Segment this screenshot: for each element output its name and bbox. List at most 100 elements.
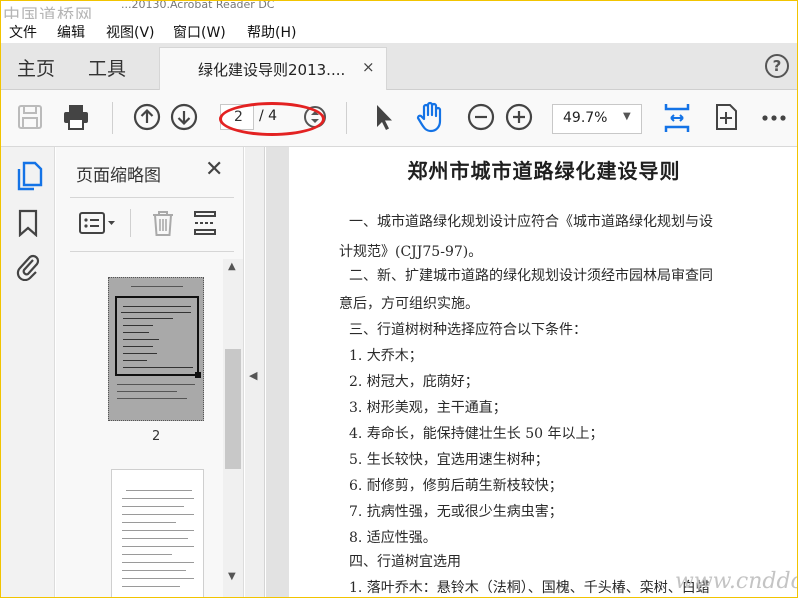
menu-file[interactable]: 文件 <box>9 22 37 42</box>
document-page: 郑州市城市道路绿化建设导则 一、城市道路绿化规划设计应符合《城市道路绿化规划与设… <box>289 147 797 597</box>
zoom-out-icon[interactable] <box>466 102 496 132</box>
left-rail <box>1 147 55 597</box>
document-line: 5. 生长较快，宜选用速生树种； <box>349 452 549 468</box>
collapse-panel-icon[interactable]: ◀ <box>249 369 257 382</box>
frame-resize-handle[interactable] <box>195 372 201 378</box>
rotate-expand-icon[interactable] <box>711 102 741 132</box>
thumbnail-text-line <box>131 286 183 287</box>
document-line: 三、行道树树种选择应符合以下条件： <box>349 322 587 338</box>
document-tab-label: 绿化建设导则2013.... <box>198 61 346 79</box>
thumbnail-text-line <box>117 384 195 385</box>
thumbnail-text-line <box>123 332 149 333</box>
menu-bar: 文件 编辑 视图(V) 窗口(W) 帮助(H) <box>1 19 797 43</box>
thumbnail-text-line <box>122 578 194 579</box>
panel-tool-separator <box>130 209 131 237</box>
tab-bar: 主页 工具 绿化建设导则2013.... × ? <box>1 43 797 90</box>
thumbnail-text-line <box>122 522 176 523</box>
thumbnail-page-label: 2 <box>152 429 161 444</box>
select-arrow-icon[interactable] <box>368 102 398 132</box>
attachment-icon[interactable] <box>15 251 41 281</box>
thumbnail-text-line <box>122 498 194 499</box>
more-options-icon[interactable] <box>759 102 789 132</box>
red-highlight-ellipse <box>219 102 325 136</box>
title-bar: ...20130.Acrobat Reader DC <box>1 1 797 19</box>
document-line: 4. 寿命长，能保持健壮生长 50 年以上； <box>349 426 604 442</box>
zoom-value: 49.7% <box>563 110 608 126</box>
thumbnail-text-line <box>122 554 172 555</box>
print-icon[interactable] <box>61 102 91 132</box>
tab-home[interactable]: 主页 <box>17 54 55 81</box>
menu-help[interactable]: 帮助(H) <box>247 22 296 42</box>
site-watermark: www.cnddo.com <box>675 569 797 594</box>
panel-tools-divider <box>70 251 234 252</box>
thumbnail-text-line <box>117 391 177 392</box>
thumbnail-text-line <box>123 367 193 368</box>
thumbnail-text-line <box>123 339 159 340</box>
thumbnail-text-line <box>122 538 188 539</box>
toolbar: 2 / 4 49.7% ▼ <box>1 90 797 147</box>
thumbnails-panel: 页面缩略图 ✕ 2 ▲ ▼ <box>56 147 244 597</box>
document-line: 1. 大乔木； <box>349 348 423 364</box>
thumbnail-text-line <box>123 306 191 307</box>
thumbnail-text-line <box>123 318 173 319</box>
document-line: 8. 适应性强。 <box>349 530 437 546</box>
next-page-icon[interactable] <box>169 102 199 132</box>
scrollbar-thumb[interactable] <box>225 349 241 469</box>
fit-page-icon[interactable] <box>662 100 692 136</box>
thumbnail-text-line <box>122 570 186 571</box>
document-line: 6. 耐修剪，修剪后萌生新枝较快； <box>349 478 563 494</box>
thumbnail-text-line <box>122 546 194 547</box>
document-line: 2. 树冠大，庇荫好； <box>349 374 479 390</box>
bookmark-icon[interactable] <box>17 209 39 237</box>
thumbnail-options-icon[interactable] <box>78 211 118 235</box>
panel-splitter[interactable]: ◀ <box>245 147 265 597</box>
thumbnail-text-line <box>122 530 194 531</box>
thumbnail-text-line <box>122 586 180 587</box>
tab-tools[interactable]: 工具 <box>88 54 126 81</box>
page-thumbnail-selected[interactable] <box>108 277 204 421</box>
help-icon[interactable]: ? <box>765 54 789 78</box>
zoom-level-select[interactable]: 49.7% ▼ <box>552 104 642 134</box>
thumbnail-text-line <box>121 312 191 313</box>
close-panel-icon[interactable]: ✕ <box>205 157 223 182</box>
thumbnail-text-line <box>122 506 184 507</box>
page-thumbnails-icon[interactable] <box>15 161 43 191</box>
close-tab-icon[interactable]: × <box>362 58 375 76</box>
menu-view[interactable]: 视图(V) <box>106 22 155 42</box>
thumbnail-text-line <box>123 353 157 354</box>
thumbnail-text-line <box>122 514 194 515</box>
thumbnail-text-line <box>117 398 187 399</box>
thumbnail-text-line <box>123 346 153 347</box>
page-thumbnail[interactable] <box>111 469 204 597</box>
previous-page-icon[interactable] <box>132 102 162 132</box>
document-line: 1. 落叶乔木：悬铃木（法桐）、国槐、千头椿、栾树、白蜡 <box>349 580 710 596</box>
hand-tool-icon[interactable] <box>414 100 448 134</box>
document-line: 四、行道树宜选用 <box>349 554 461 570</box>
document-line: 二、新、扩建城市道路的绿化规划设计须经市园林局审查同 <box>349 268 713 284</box>
chevron-down-icon: ▼ <box>623 111 631 122</box>
thumbnail-text-line <box>123 325 153 326</box>
toolbar-separator <box>112 102 113 134</box>
thumbnail-text-line <box>122 562 194 563</box>
document-line: 3. 树形美观，主干通直； <box>349 400 507 416</box>
document-line: 7. 抗病性强，无或很少生病虫害； <box>349 504 563 520</box>
window-title: ...20130.Acrobat Reader DC <box>121 1 275 11</box>
view-region-frame[interactable] <box>115 296 199 376</box>
menu-window[interactable]: 窗口(W) <box>173 22 226 42</box>
thumbnail-text-line <box>126 490 192 491</box>
app-window: ...20130.Acrobat Reader DC 中国道桥网 文件 编辑 视… <box>0 0 798 598</box>
thumbnail-scrollbar[interactable]: ▲ ▼ <box>223 259 243 597</box>
panel-title: 页面缩略图 <box>76 166 161 186</box>
document-line: 一、城市道路绿化规划设计应符合《城市道路绿化规划与设 <box>349 214 713 230</box>
zoom-in-icon[interactable] <box>504 102 534 132</box>
chevron-up-icon[interactable]: ▲ <box>228 261 236 272</box>
chevron-down-icon[interactable]: ▼ <box>228 571 236 582</box>
panel-divider <box>70 197 234 198</box>
thumbnail-text-line <box>123 360 147 361</box>
save-icon[interactable] <box>15 102 45 132</box>
delete-page-icon[interactable] <box>150 209 176 237</box>
tab-document[interactable]: 绿化建设导则2013.... × <box>159 47 387 90</box>
document-line: 计规范》(CJJ75-97)。 <box>339 244 483 260</box>
menu-edit[interactable]: 编辑 <box>57 22 85 42</box>
extract-pages-icon[interactable] <box>192 209 218 237</box>
